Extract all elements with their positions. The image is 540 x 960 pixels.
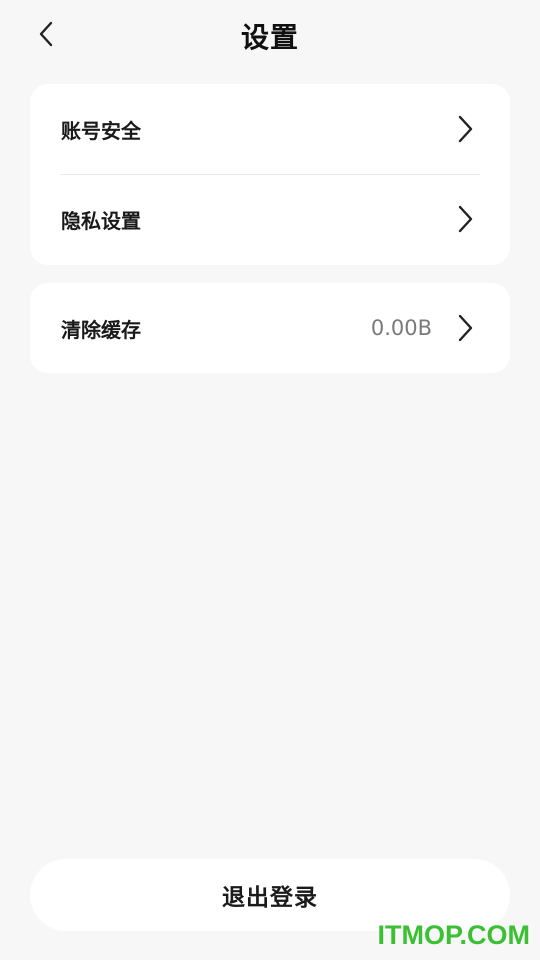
cache-size-value: 0.00B [370, 316, 432, 340]
page-title: 设置 [240, 21, 299, 54]
watermark: ITMOP.COM [377, 920, 530, 950]
clear-cache-item[interactable]: 清除缓存 0.00B [30, 283, 510, 373]
chevron-right-icon [458, 205, 473, 233]
clear-cache-label: 清除缓存 [61, 317, 141, 342]
chevron-right-icon [458, 314, 473, 342]
account-security-label: 账号安全 [61, 118, 141, 143]
account-security-item[interactable]: 账号安全 [30, 84, 510, 175]
privacy-settings-label: 隐私设置 [61, 208, 141, 233]
settings-group-cache: 清除缓存 0.00B [30, 283, 510, 373]
settings-group-account: 账号安全 隐私设置 [30, 84, 510, 265]
header: 设置 [0, 0, 540, 72]
privacy-settings-item[interactable]: 隐私设置 [30, 174, 510, 264]
chevron-right-icon [458, 115, 473, 143]
